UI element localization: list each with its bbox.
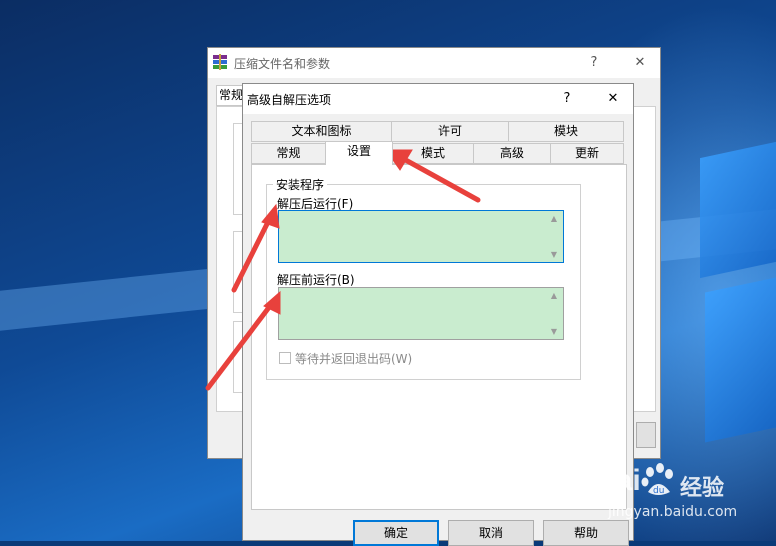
- wallpaper-window-pane: [700, 141, 776, 279]
- tab-update[interactable]: 更新: [550, 143, 624, 164]
- dialog-title: 高级自解压选项: [247, 93, 332, 107]
- scrollbar[interactable]: ▲ ▼: [546, 289, 562, 338]
- run-before-label: 解压前运行(B): [277, 273, 355, 287]
- run-after-textarea[interactable]: ▲ ▼: [278, 210, 564, 263]
- ok-button[interactable]: 确定: [353, 520, 439, 546]
- archive-params-titlebar: 压缩文件名和参数 ? ✕: [208, 48, 660, 78]
- advanced-sfx-dialog: 高级自解压选项 ? ✕ 文本和图标 许可 模块 常规 设置 模式 高级 更新 安…: [242, 83, 634, 546]
- tab-license[interactable]: 许可: [391, 121, 509, 142]
- scroll-up-icon[interactable]: ▲: [546, 214, 562, 223]
- group-title: 安装程序: [273, 176, 328, 193]
- close-button[interactable]: ✕: [599, 88, 627, 110]
- advanced-sfx-titlebar: 高级自解压选项 ? ✕: [243, 84, 633, 114]
- winrar-books-icon: [212, 54, 228, 70]
- wallpaper-window-pane: [705, 277, 776, 443]
- svg-text:du: du: [653, 486, 664, 496]
- baidu-watermark: Bai du 经验 jingyan.baidu.com: [594, 458, 770, 528]
- baidu-brand: Bai: [594, 464, 641, 497]
- tab-advanced[interactable]: 高级: [473, 143, 551, 164]
- scroll-down-icon[interactable]: ▼: [546, 250, 562, 259]
- setup-tab-panel: 安装程序 解压后运行(F) ▲ ▼ 解压前运行(B) ▲ ▼ 等待并返回退出码(…: [251, 164, 627, 510]
- tab-text-and-icon[interactable]: 文本和图标: [251, 121, 392, 142]
- tab-setup[interactable]: 设置: [325, 141, 393, 165]
- tab-modules[interactable]: 模块: [508, 121, 624, 142]
- cancel-button[interactable]: 取消: [448, 520, 534, 546]
- close-button[interactable]: ✕: [626, 52, 654, 74]
- scroll-up-icon[interactable]: ▲: [546, 291, 562, 300]
- archive-params-title: 压缩文件名和参数: [234, 57, 331, 71]
- help-button[interactable]: ?: [553, 88, 581, 110]
- run-before-textarea[interactable]: ▲ ▼: [278, 287, 564, 340]
- tab-mode[interactable]: 模式: [392, 143, 474, 164]
- paw-icon: du: [640, 462, 676, 498]
- scroll-down-icon[interactable]: ▼: [546, 327, 562, 336]
- setup-program-group: 安装程序 解压后运行(F) ▲ ▼ 解压前运行(B) ▲ ▼ 等待并返回退出码(…: [266, 176, 581, 380]
- tab-general[interactable]: 常规: [251, 143, 326, 164]
- wait-exit-code-checkbox[interactable]: [279, 352, 291, 364]
- baidu-url: jingyan.baidu.com: [608, 504, 738, 520]
- help-button[interactable]: ?: [580, 52, 608, 74]
- scrollbar[interactable]: ▲ ▼: [546, 212, 562, 261]
- wait-exit-code-label: 等待并返回退出码(W): [295, 352, 413, 366]
- partial-button[interactable]: [636, 422, 656, 448]
- baidu-brand-suffix: 经验: [680, 476, 725, 501]
